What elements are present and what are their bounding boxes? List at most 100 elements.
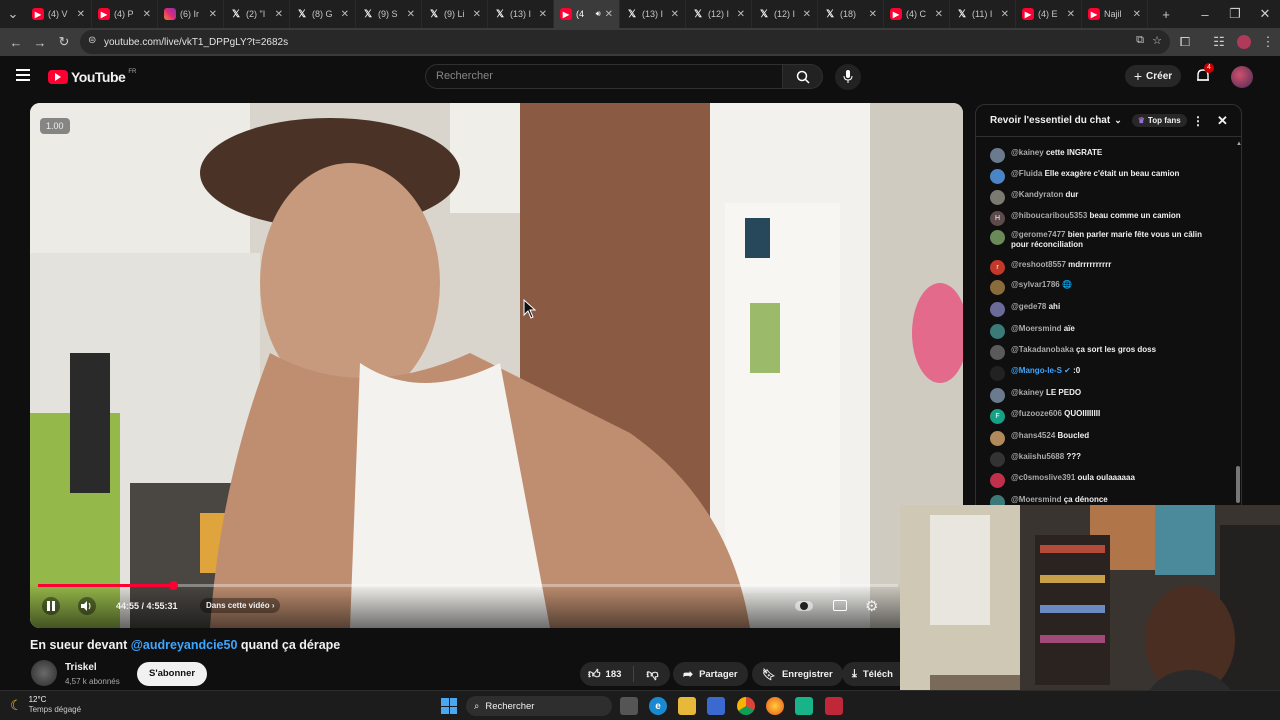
chat-avatar[interactable] [990, 366, 1005, 381]
site-info-icon[interactable]: ⊜ [88, 35, 96, 46]
chat-author[interactable]: @hiboucaribou5353 [1011, 211, 1087, 220]
progress-scrubber[interactable] [169, 581, 179, 590]
chat-author[interactable]: @Moersmind [1011, 324, 1061, 333]
cast-icon[interactable]: ⧉ [1136, 34, 1144, 47]
chat-avatar[interactable]: H [990, 211, 1005, 226]
settings-gear-icon[interactable]: ⚙ [865, 597, 878, 615]
browser-tab[interactable]: ▶ Najil ✕ [1082, 0, 1148, 28]
browser-tab[interactable]: 𝕏 (11) I ✕ [950, 0, 1016, 28]
chat-more-icon[interactable]: ⋮ [1192, 114, 1204, 128]
chat-avatar[interactable]: F [990, 409, 1005, 424]
extensions-icon[interactable]: ⧠ [1173, 30, 1197, 54]
chat-author[interactable]: @fuzooze606 [1011, 409, 1062, 418]
chat-avatar[interactable] [990, 302, 1005, 317]
close-tab-icon[interactable]: ✕ [737, 9, 745, 20]
close-tab-icon[interactable]: ✕ [209, 9, 217, 20]
chapter-button[interactable]: Dans cette vidéo › [200, 598, 281, 613]
chat-author[interactable]: @Fluida [1011, 169, 1042, 178]
minimize-button[interactable]: – [1190, 2, 1220, 26]
profile-icon[interactable] [1232, 30, 1256, 54]
task-view-icon[interactable] [620, 697, 638, 715]
chat-avatar[interactable] [990, 388, 1005, 403]
chat-author[interactable]: @Takadanobaka [1011, 345, 1074, 354]
forward-icon[interactable]: → [28, 30, 52, 54]
chat-avatar[interactable] [990, 148, 1005, 163]
chat-author[interactable]: @kaiishu5688 [1011, 452, 1064, 461]
close-tab-icon[interactable]: ✕ [935, 9, 943, 20]
chat-author[interactable]: @Moersmind [1011, 495, 1061, 504]
notifications-button[interactable]: 4 [1195, 63, 1214, 86]
browser-tab[interactable]: 𝕏 (12) I ✕ [686, 0, 752, 28]
chat-avatar[interactable] [990, 345, 1005, 360]
bookmark-star-icon[interactable]: ☆ [1152, 34, 1162, 47]
dislike-button[interactable]: 👎︎ [640, 667, 658, 682]
tab-search-icon[interactable]: ⌄ [0, 2, 26, 26]
chat-avatar[interactable] [990, 280, 1005, 295]
voice-search-button[interactable] [835, 64, 861, 90]
maximize-button[interactable]: ❐ [1220, 2, 1250, 26]
chat-mode-selector[interactable]: Revoir l'essentiel du chat ⌄ [990, 115, 1122, 126]
close-tab-icon[interactable]: ✕ [869, 9, 877, 20]
close-tab-icon[interactable]: ✕ [671, 9, 679, 20]
close-tab-icon[interactable]: ✕ [803, 9, 811, 20]
taskbar-search[interactable]: ⌕ Rechercher [466, 696, 612, 716]
chat-author[interactable]: @hans4524 [1011, 431, 1055, 440]
chat-author[interactable]: @reshoot8557 [1011, 260, 1066, 269]
save-button[interactable]: 🔖︎ Enregistrer [752, 662, 843, 686]
new-tab-button[interactable]: + [1154, 2, 1178, 26]
browser-tab[interactable]: ▶ (4) E ✕ [1016, 0, 1082, 28]
firefox-icon[interactable] [766, 697, 784, 715]
close-tab-icon[interactable]: ✕ [407, 9, 415, 20]
browser-tab[interactable]: ▶ (4) C ✕ [884, 0, 950, 28]
search-button[interactable] [783, 64, 823, 89]
store-icon[interactable] [707, 697, 725, 715]
account-avatar[interactable] [1231, 66, 1253, 88]
chat-avatar[interactable]: r [990, 260, 1005, 275]
security-app-icon[interactable] [825, 697, 843, 715]
create-button[interactable]: + Créer [1125, 65, 1181, 87]
youtube-logo[interactable]: YouTube FR [48, 69, 136, 85]
close-tab-icon[interactable]: ✕ [605, 9, 613, 20]
browser-tab[interactable]: 𝕏 (12) I ✕ [752, 0, 818, 28]
subtitles-icon[interactable] [833, 600, 847, 611]
obs-app-icon[interactable] [795, 697, 813, 715]
download-button[interactable]: ⤓ Téléch [842, 662, 900, 686]
video-title-mention-link[interactable]: @audreyandcie50 [131, 638, 238, 652]
chat-author[interactable]: @c0smoslive391 [1011, 473, 1075, 482]
chat-close-icon[interactable]: ✕ [1217, 113, 1228, 129]
browser-tab[interactable]: 𝕏 (9) Li ✕ [422, 0, 488, 28]
file-explorer-icon[interactable] [678, 697, 696, 715]
hamburger-menu-icon[interactable] [16, 69, 30, 81]
chat-author[interactable]: @Mango-le-S [1011, 366, 1062, 375]
close-tab-icon[interactable]: ✕ [1067, 9, 1075, 20]
volume-button[interactable] [78, 597, 96, 615]
top-fans-badge[interactable]: ♛ Top fans [1131, 114, 1187, 127]
close-tab-icon[interactable]: ✕ [143, 9, 151, 20]
start-button[interactable] [441, 698, 457, 714]
channel-avatar[interactable] [31, 660, 57, 686]
chat-scrollbar[interactable]: ▲ [1236, 141, 1241, 503]
browser-tab[interactable]: ▶ (4) P ✕ [92, 0, 158, 28]
chat-author[interactable]: @gede78 [1011, 302, 1046, 311]
chat-author[interactable]: @gerome7477 [1011, 230, 1066, 239]
chat-author[interactable]: @Kandyraton [1011, 190, 1063, 199]
browser-tab[interactable]: 𝕏 (8) G ✕ [290, 0, 356, 28]
url-input[interactable]: ⊜ youtube.com/live/vkT1_DPPgLY?t=2682s ⧉… [80, 30, 1170, 54]
pause-button[interactable] [42, 597, 60, 615]
close-tab-icon[interactable]: ✕ [77, 9, 85, 20]
browser-tab[interactable]: 𝕏 (9) S ✕ [356, 0, 422, 28]
back-icon[interactable]: ← [4, 30, 28, 54]
browser-menu-icon[interactable]: ⋮ [1256, 30, 1280, 54]
share-button[interactable]: ➦ Partager [673, 662, 748, 686]
search-input[interactable]: Rechercher [425, 64, 783, 89]
reload-icon[interactable]: ↻ [52, 30, 76, 54]
close-tab-icon[interactable]: ✕ [1133, 9, 1141, 20]
chrome-icon[interactable] [737, 697, 755, 715]
browser-tab[interactable]: ▶ (4) V ✕ [26, 0, 92, 28]
like-button[interactable]: 👍︎ 183 [580, 667, 621, 682]
tab-groups-icon[interactable]: ☷ [1207, 30, 1231, 54]
chat-avatar[interactable] [990, 431, 1005, 446]
browser-tab[interactable]: ▶ (4 🔊︎ ✕ [554, 0, 620, 28]
edge-icon[interactable]: e [649, 697, 667, 715]
chat-avatar[interactable] [990, 324, 1005, 339]
